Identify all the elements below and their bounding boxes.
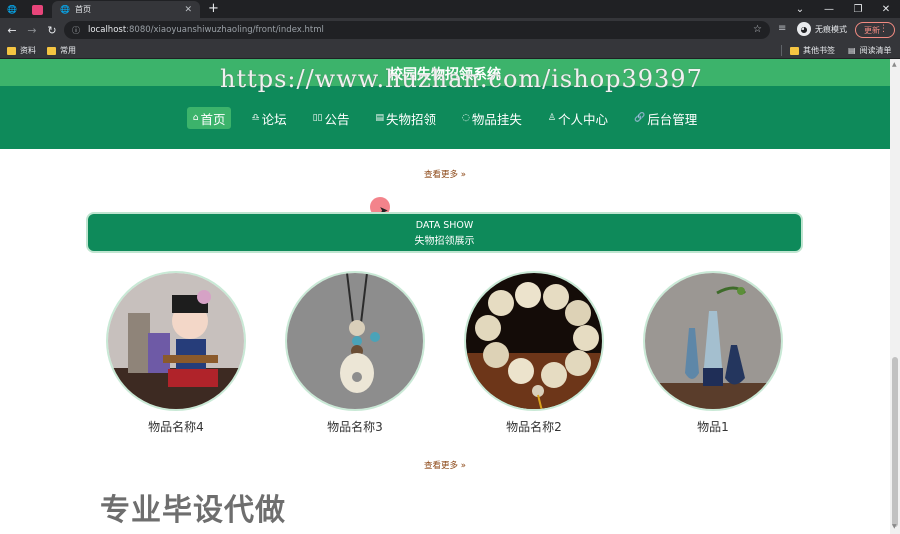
report-icon: ◌	[462, 113, 470, 123]
browser-toolbar: ← → ↻ ⓘ localhost :8080/xiaoyuanshiwuzha…	[0, 18, 900, 42]
incognito-label: 无痕模式	[815, 24, 847, 34]
scroll-down-icon[interactable]: ▼	[892, 523, 897, 530]
forum-icon: ♎	[251, 113, 260, 123]
bookmark-folder-2[interactable]: 常用	[47, 45, 76, 56]
banner-title-en: DATA SHOW	[415, 220, 474, 231]
bookmark-label: 阅读清单	[859, 46, 892, 55]
url-watermark: https://www.huzhan.com/ishop39397	[220, 65, 703, 93]
browser-tab-2[interactable]	[26, 1, 48, 18]
data-show-banner: DATA SHOW 失物招领展示	[86, 212, 803, 253]
product-name[interactable]: 物品名称2	[464, 418, 604, 435]
url-path: :8080/xiaoyuanshiwuzhaoling/front/index.…	[126, 25, 324, 35]
site-header: 校园失物招领系统 https://www.huzhan.com/ishop393…	[0, 59, 890, 149]
more-link-bottom[interactable]: 查看更多 »	[0, 459, 890, 471]
product-name[interactable]: 物品1	[643, 418, 783, 435]
bookmark-star-icon[interactable]: ☆	[753, 24, 762, 35]
more-menu-icon[interactable]: ⋮	[879, 24, 888, 34]
nav-item-label: 失物招领	[386, 111, 437, 127]
product-card[interactable]: 物品名称2	[464, 271, 604, 435]
bookmark-label: 常用	[60, 46, 76, 55]
bookmark-label: 其他书签	[803, 46, 835, 55]
nav-item-0[interactable]: ⌂ 首页	[186, 107, 232, 129]
tab-title: 首页	[74, 5, 91, 14]
restore-button[interactable]: ❐	[844, 0, 872, 18]
page-scrollbar[interactable]: ▲ ▼	[890, 59, 900, 534]
more-link-top[interactable]: 查看更多 »	[0, 168, 890, 180]
reading-list-icon: ▤	[848, 46, 856, 55]
product-image[interactable]	[106, 271, 246, 411]
product-list: 物品名称4 物品名称3 物品名称2 物品1	[106, 271, 786, 441]
nav-item-5[interactable]: ♙ 个人中心	[542, 107, 614, 129]
main-nav: ⌂ 首页 ♎ 论坛 ▯▯ 公告 ▤ 失物招领 ◌ 物品挂失 ♙ 个人中心 🔗 后台管理	[0, 107, 890, 129]
nav-item-label: 首页	[200, 111, 226, 127]
nav-item-label: 公告	[324, 111, 350, 127]
product-name[interactable]: 物品名称4	[106, 418, 246, 435]
bookmark-folder-1[interactable]: 资料	[7, 45, 36, 56]
address-bar[interactable]: ⓘ localhost :8080/xiaoyuanshiwuzhaoling/…	[64, 21, 770, 39]
lost-found-icon: ▤	[375, 113, 385, 123]
product-image[interactable]	[643, 271, 783, 411]
reload-button[interactable]: ↻	[44, 22, 60, 38]
incognito-indicator[interactable]: ◕ 无痕模式	[797, 22, 847, 36]
scroll-thumb[interactable]	[892, 357, 898, 527]
bookmark-label: 资料	[20, 46, 36, 55]
tab-search-icon[interactable]: ⌄	[786, 0, 814, 18]
overlay-watermark-text: 专业毕设代做	[100, 493, 286, 528]
link-icon: 🔗	[634, 113, 646, 123]
update-label: 更新	[864, 25, 880, 35]
product-card[interactable]: 物品1	[643, 271, 783, 435]
reading-list[interactable]: ▤ 阅读清单	[848, 45, 892, 56]
folder-icon	[790, 46, 799, 55]
bookmarks-bar: 资料 常用 其他书签 ▤ 阅读清单	[0, 42, 900, 59]
minimize-button[interactable]: —	[815, 0, 843, 18]
other-bookmarks[interactable]: 其他书签	[790, 45, 835, 56]
product-card[interactable]: 物品名称3	[285, 271, 425, 435]
nav-item-1[interactable]: ♎ 论坛	[245, 107, 292, 129]
browser-titlebar: 🌐 🌐 首页 ✕ + ⌄ — ❐ ✕	[0, 0, 900, 18]
update-button[interactable]: 更新 ⋮	[855, 22, 895, 38]
bookmark-separator	[781, 45, 782, 56]
banner-title-cn: 失物招领展示	[414, 236, 475, 247]
nav-item-4[interactable]: ◌ 物品挂失	[456, 107, 528, 129]
nav-item-6[interactable]: 🔗 后台管理	[628, 107, 703, 129]
nav-item-2[interactable]: ▯▯ 公告	[307, 107, 356, 129]
page-viewport: 校园失物招领系统 https://www.huzhan.com/ishop393…	[0, 59, 890, 534]
new-tab-button[interactable]: +	[208, 1, 219, 17]
product-image[interactable]	[285, 271, 425, 411]
product-name[interactable]: 物品名称3	[285, 418, 425, 435]
nav-item-label: 论坛	[261, 111, 287, 127]
home-icon: ⌂	[192, 113, 199, 123]
browser-tab-active[interactable]: 🌐 首页 ✕	[52, 1, 200, 18]
product-card[interactable]: 物品名称4	[106, 271, 246, 435]
reading-list-icon[interactable]: ≡	[778, 23, 786, 34]
forward-button[interactable]: →	[24, 22, 40, 38]
site-info-icon[interactable]: ⓘ	[72, 25, 80, 36]
folder-icon	[47, 46, 56, 55]
nav-item-label: 个人中心	[557, 111, 608, 127]
user-icon: ♙	[547, 113, 556, 123]
close-window-button[interactable]: ✕	[872, 0, 900, 18]
url-host: localhost	[88, 25, 127, 35]
incognito-icon: ◕	[797, 22, 811, 36]
nav-item-label: 物品挂失	[471, 111, 522, 127]
notice-icon: ▯▯	[312, 113, 323, 123]
globe-icon: 🌐	[60, 5, 70, 14]
app-favicon-icon	[31, 4, 43, 15]
browser-tab-1[interactable]: 🌐	[2, 1, 22, 18]
globe-icon: 🌐	[7, 5, 17, 14]
product-image[interactable]	[464, 271, 604, 411]
folder-icon	[7, 46, 16, 55]
scroll-up-icon[interactable]: ▲	[892, 61, 897, 68]
nav-item-label: 后台管理	[647, 111, 698, 127]
nav-item-3[interactable]: ▤ 失物招领	[370, 107, 443, 129]
back-button[interactable]: ←	[4, 22, 20, 38]
close-tab-icon[interactable]: ✕	[184, 5, 192, 15]
